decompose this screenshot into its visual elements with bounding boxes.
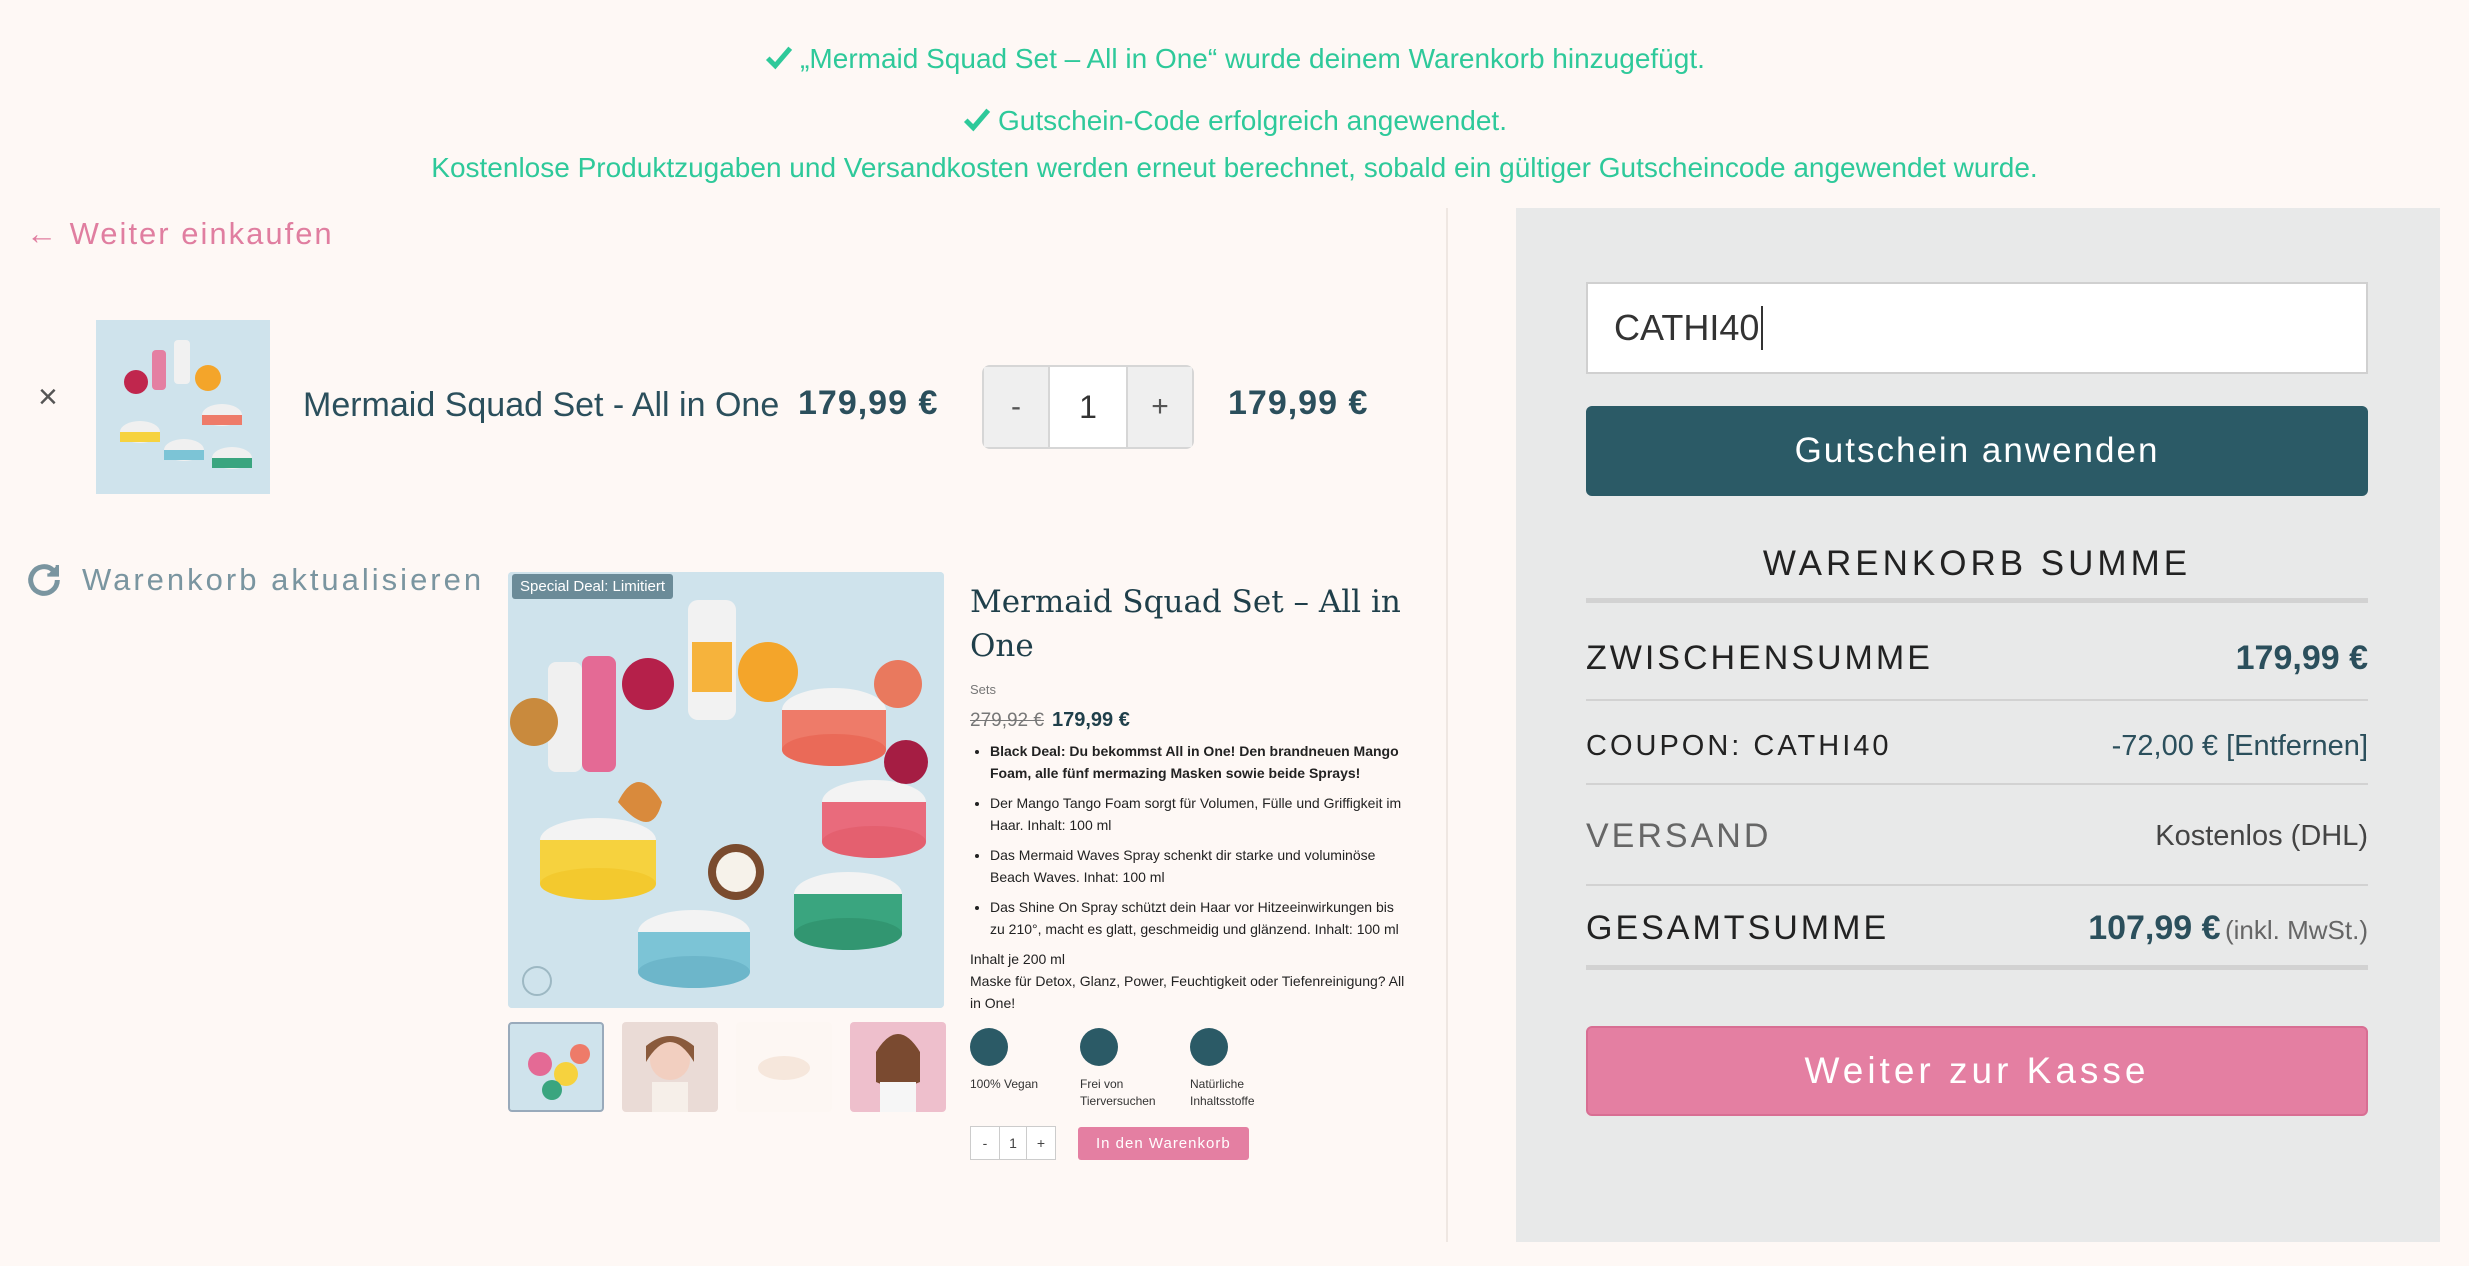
total-value: 107,99 € — [2088, 908, 2221, 947]
add-to-cart-button[interactable]: In den Warenkorb — [1078, 1126, 1249, 1160]
notice-recalculation: Kostenlose Produktzugaben und Versandkos… — [431, 152, 2038, 183]
gallery-thumbnail[interactable] — [736, 1022, 832, 1112]
product-gallery-image[interactable]: Special Deal: Limitiert — [508, 572, 944, 1008]
cart-item-name[interactable]: Mermaid Squad Set - All in One — [303, 386, 779, 425]
notice-item-added: „Mermaid Squad Set – All in One“ wurde d… — [0, 42, 2469, 75]
coupon-code-input[interactable]: CATHI40 — [1586, 282, 2368, 374]
special-deal-badge: Special Deal: Limitiert — [512, 574, 674, 599]
divider — [1586, 965, 2368, 970]
proceed-to-checkout-button[interactable]: Weiter zur Kasse — [1586, 1026, 2368, 1116]
shipping-row: VERSAND Kostenlos (DHL) — [1586, 806, 2368, 866]
subtotal-label: ZWISCHENSUMME — [1586, 638, 1933, 677]
gallery-thumbnails — [508, 1022, 946, 1112]
feature-vegan: 100% Vegan — [970, 1028, 1050, 1110]
total-row: GESAMTSUMME 107,99 € (inkl. MwSt.) — [1586, 898, 2368, 958]
zoom-icon[interactable] — [522, 966, 552, 996]
bullet-item: Das Shine On Spray schützt dein Haar vor… — [990, 896, 1410, 940]
shipping-value: Kostenlos (DHL) — [2155, 819, 2368, 852]
total-label: GESAMTSUMME — [1586, 908, 1890, 947]
bullet-item: Das Mermaid Waves Spray schenkt dir star… — [990, 844, 1410, 888]
notice-coupon-applied: Gutschein-Code erfolgreich angewendet. — [0, 104, 2469, 137]
plant-icon — [1190, 1028, 1228, 1066]
update-cart-label: Warenkorb aktualisieren — [82, 562, 485, 597]
feature-label: 100% Vegan — [970, 1077, 1039, 1091]
divider — [1586, 884, 2368, 886]
text-cursor — [1761, 306, 1764, 350]
new-price: 179,99 € — [1051, 709, 1130, 731]
add-to-cart-row: - 1 + In den Warenkorb — [970, 1126, 1410, 1160]
subtotal-value: 179,99 € — [2235, 638, 2368, 677]
product-bullets: Black Deal: Du bekommst All in One! Den … — [970, 740, 1410, 940]
tax-note: (inkl. MwSt.) — [2225, 914, 2368, 945]
subtotal-row: ZWISCHENSUMME 179,99 € — [1586, 630, 2368, 686]
total-amount: 107,99 € (inkl. MwSt.) — [2088, 909, 2368, 948]
remove-coupon-link[interactable]: [Entfernen] — [2226, 730, 2368, 762]
cart-item-line-total: 179,99 € — [1228, 384, 1369, 422]
old-price: 279,92 € — [970, 710, 1044, 731]
cart-totals-title: WARENKORB SUMME — [1762, 544, 2192, 583]
feature-natural: Natürliche Inhaltsstoffe — [1190, 1028, 1270, 1110]
coupon-discount: -72,00 € — [2111, 729, 2219, 762]
coupon-label: COUPON: CATHI40 — [1586, 729, 1892, 762]
coupon-code-value: CATHI40 — [1614, 307, 1760, 348]
quantity-stepper[interactable]: - 1 + — [982, 365, 1194, 449]
column-divider — [1446, 208, 1448, 1242]
refresh-icon — [28, 564, 60, 596]
product-details: Mermaid Squad Set – All in One Sets 279,… — [970, 580, 1410, 1160]
feature-label: Frei von Tierversuchen — [1080, 1077, 1156, 1108]
qty-decrease-button[interactable]: - — [984, 367, 1048, 447]
product-category[interactable]: Sets — [970, 682, 1410, 697]
product-price: 279,92 € 179,99 € — [970, 709, 1410, 732]
product-features: 100% Vegan Frei von Tierversuchen Natürl… — [970, 1028, 1410, 1110]
coupon-row: COUPON: CATHI40 -72,00 € [Entfernen] — [1586, 716, 2368, 776]
continue-shopping-link[interactable]: ← Weiter einkaufen — [26, 216, 334, 252]
qty-input[interactable]: 1 — [1048, 367, 1128, 447]
shipping-label: VERSAND — [1586, 816, 1772, 855]
gallery-thumbnail[interactable] — [850, 1022, 946, 1112]
bullet-item: Black Deal: Du bekommst All in One! Den … — [990, 740, 1410, 784]
gallery-thumbnail[interactable] — [508, 1022, 604, 1112]
gallery-thumbnail[interactable] — [622, 1022, 718, 1112]
coupon-amount: -72,00 € [Entfernen] — [2112, 730, 2368, 763]
mini-qty-decrease[interactable]: - — [971, 1127, 999, 1159]
feature-label: Natürliche Inhaltsstoffe — [1190, 1077, 1255, 1108]
divider — [1586, 699, 2368, 701]
cart-summary-panel: CATHI40 Gutschein anwenden WARENKORB SUM… — [1516, 208, 2440, 1242]
check-icon — [963, 108, 991, 132]
remove-item-button[interactable]: × — [38, 380, 64, 414]
bullet-item: Der Mango Tango Foam sorgt für Volumen, … — [990, 792, 1410, 836]
mini-quantity-stepper[interactable]: - 1 + — [970, 1126, 1056, 1160]
product-title[interactable]: Mermaid Squad Set – All in One — [970, 580, 1410, 668]
notice-text: Gutschein-Code erfolgreich angewendet. — [998, 105, 1507, 136]
notice-text: „Mermaid Squad Set – All in One“ wurde d… — [800, 43, 1705, 74]
mini-qty-input[interactable]: 1 — [999, 1127, 1027, 1159]
product-mask-note: Maske für Detox, Glanz, Power, Feuchtigk… — [970, 973, 1405, 1011]
divider — [1586, 783, 2368, 785]
feature-cruelty-free: Frei von Tierversuchen — [1080, 1028, 1160, 1110]
divider — [1586, 598, 2368, 603]
leaf-icon — [970, 1028, 1008, 1066]
mini-qty-increase[interactable]: + — [1027, 1127, 1055, 1159]
update-cart-button[interactable]: Warenkorb aktualisieren — [24, 560, 484, 600]
check-icon — [766, 46, 793, 70]
cart-item-thumbnail[interactable] — [96, 320, 270, 494]
apply-coupon-button[interactable]: Gutschein anwenden — [1586, 406, 2368, 496]
product-content-note: Inhalt je 200 ml — [970, 951, 1065, 967]
bunny-heart-icon — [1080, 1028, 1118, 1066]
qty-increase-button[interactable]: + — [1128, 367, 1192, 447]
cart-item-unit-price: 179,99 € — [798, 384, 939, 422]
